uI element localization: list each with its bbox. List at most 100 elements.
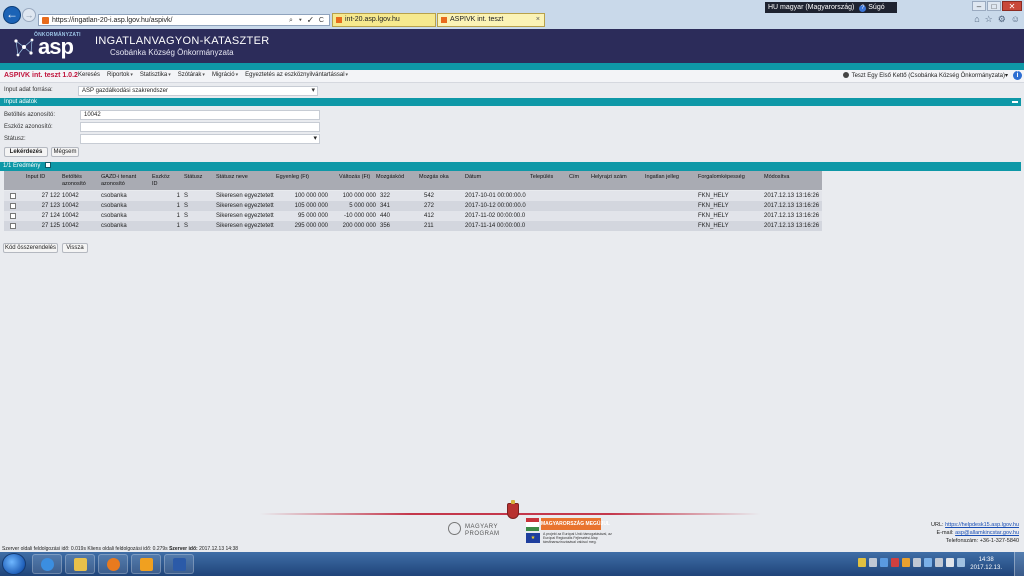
taskbar-word[interactable]: [164, 554, 194, 574]
back-button-app[interactable]: Vissza: [62, 243, 88, 253]
cell-load-id: 10042: [62, 203, 79, 209]
tray-icon[interactable]: [902, 558, 910, 567]
column-header[interactable]: Módosítva: [764, 174, 789, 181]
cancel-button[interactable]: Mégsem: [51, 147, 79, 157]
tray-icon[interactable]: [880, 558, 888, 567]
load-id-input[interactable]: 10042: [80, 110, 320, 120]
forward-button[interactable]: →: [22, 8, 36, 22]
menu-brand[interactable]: ASPIVK int. teszt 1.0.2: [4, 72, 78, 79]
row-checkbox[interactable]: [10, 223, 16, 229]
column-header[interactable]: Forgalomképesség: [698, 174, 745, 181]
taskbar-ie[interactable]: [32, 554, 62, 574]
taskbar-media[interactable]: [98, 554, 128, 574]
menu-item-statisztika[interactable]: Statisztika▾: [140, 72, 171, 78]
tray-icon[interactable]: [858, 558, 866, 567]
cell-input-id: 27 123: [41, 203, 60, 209]
tray-icon[interactable]: [935, 558, 943, 567]
taskbar-explorer[interactable]: [65, 554, 95, 574]
load-id-label: Betöltés azonosító:: [4, 112, 56, 118]
taskbar-outlook[interactable]: [131, 554, 161, 574]
close-window-icon[interactable]: ✕: [1002, 1, 1022, 11]
tray-icon[interactable]: [913, 558, 921, 567]
column-header[interactable]: Státusz: [184, 174, 202, 181]
column-header[interactable]: Mozgáskód: [376, 174, 404, 181]
table-row[interactable]: 27 124 10042 csobanka 1 S Sikeresen egye…: [4, 211, 822, 221]
taskbar-clock[interactable]: 14:38 2017.12.13.: [970, 556, 1002, 572]
code-assign-button[interactable]: Kód összerendelés: [3, 243, 58, 253]
media-player-icon: [107, 558, 120, 571]
language-bar[interactable]: HU magyar (Magyarország) ? Súgó: [765, 2, 897, 13]
asset-id-input[interactable]: [80, 122, 320, 132]
email-link[interactable]: asp@allamkincstar.gov.hu: [955, 530, 1019, 536]
cell-move-code: 322: [380, 193, 391, 199]
address-actions-icon[interactable]: ⌕ ▾ ✓ C: [289, 16, 326, 25]
table-row[interactable]: 27 125 10042 csobanka 1 S Sikeresen egye…: [4, 221, 822, 231]
row-checkbox[interactable]: [10, 203, 16, 209]
tray-icon[interactable]: [891, 558, 899, 567]
menu-item-migracio[interactable]: Migráció▾: [212, 72, 238, 78]
tab-favicon-icon: [336, 17, 342, 23]
tray-icon[interactable]: [957, 558, 965, 567]
row-checkbox[interactable]: [10, 193, 16, 199]
column-header[interactable]: Változás (Ft): [339, 174, 370, 181]
column-header[interactable]: Település: [530, 174, 553, 181]
info-icon[interactable]: i: [1013, 71, 1022, 80]
tray-icon[interactable]: [924, 558, 932, 567]
menu-item-szotarak[interactable]: Szótárak▾: [178, 72, 205, 78]
column-header[interactable]: Helyrajzi szám: [591, 174, 627, 181]
show-desktop-button[interactable]: [1014, 552, 1024, 576]
column-header[interactable]: Eszköz ID: [152, 174, 172, 188]
cell-marketability: FKN_HELY: [698, 223, 729, 229]
column-header[interactable]: Dátum: [465, 174, 481, 181]
query-button[interactable]: Lekérdezés: [4, 147, 48, 157]
column-header[interactable]: Cím: [569, 174, 579, 181]
browser-tab-int[interactable]: int-20.asp.lgov.hu: [332, 13, 436, 27]
help-icon[interactable]: ?: [859, 5, 867, 12]
column-header[interactable]: Státusz neve: [216, 174, 248, 181]
settings-gear-icon[interactable]: ⚙: [998, 14, 1006, 25]
collapse-icon[interactable]: [1012, 101, 1018, 103]
menu-item-kereses[interactable]: Keresés: [78, 72, 100, 78]
address-bar[interactable]: https://ingatlan-20-i.asp.lgov.hu/aspivk…: [38, 14, 330, 26]
column-header[interactable]: Betöltés azonosító: [62, 174, 90, 188]
back-button[interactable]: ←: [3, 6, 21, 24]
language-label: HU magyar (Magyarország): [768, 4, 855, 11]
home-icon[interactable]: ⌂: [974, 14, 979, 25]
status-select[interactable]: ▾: [80, 134, 320, 144]
table-row[interactable]: 27 122 10042 csobanka 1 S Sikeresen egye…: [4, 191, 822, 201]
input-source-select[interactable]: ASP gazdálkodási szakrendszer ▾: [78, 86, 318, 96]
column-header[interactable]: Mozgás oka: [419, 174, 449, 181]
user-menu[interactable]: Teszt Egy Első Kettő (Csobánka Község Ön…: [842, 72, 1008, 79]
column-header[interactable]: GAZD-i tenant azonosító: [101, 174, 145, 188]
tab-favicon-icon: [441, 17, 447, 23]
help-label[interactable]: Súgó: [868, 4, 884, 11]
menu-item-egyeztetes[interactable]: Egyeztetés az eszköznyilvántartással▾: [245, 72, 348, 78]
tray-icon[interactable]: [946, 558, 954, 567]
column-header[interactable]: Ingatlan jelleg: [645, 174, 679, 181]
smiley-icon[interactable]: ☺: [1011, 14, 1020, 25]
column-header[interactable]: Egyenleg (Ft): [276, 174, 309, 181]
cell-status: S: [184, 203, 189, 209]
helpdesk-link[interactable]: https://helpdesk15.asp.lgov.hu: [945, 522, 1019, 528]
maximize-icon[interactable]: □: [987, 1, 1001, 11]
cell-balance: 295 000 000: [294, 223, 328, 229]
browser-chrome: ← → https://ingatlan-20-i.asp.lgov.hu/as…: [0, 0, 1024, 29]
table-row[interactable]: 27 123 10042 csobanka 1 S Sikeresen egye…: [4, 201, 822, 211]
grid-icon[interactable]: [45, 162, 52, 168]
tab-close-icon[interactable]: ×: [536, 14, 540, 26]
magyary-text: MAGYARY: [465, 524, 498, 530]
browser-toolbar-icons: ⌂ ☆ ⚙ ☺: [974, 14, 1020, 25]
browser-tab-aspivk[interactable]: ASPIVK int. teszt ×: [437, 13, 545, 27]
chevron-down-icon: ▾: [235, 72, 239, 78]
row-checkbox[interactable]: [10, 213, 16, 219]
table-header: Input ID Betöltés azonosító GAZD-i tenan…: [4, 171, 822, 190]
cell-status-name: Sikeresen egyeztetett: [216, 193, 274, 199]
menu-item-riportok[interactable]: Riportok▾: [107, 72, 133, 78]
favorites-star-icon[interactable]: ☆: [985, 14, 993, 25]
tray-icon[interactable]: [869, 558, 877, 567]
windows-taskbar: 14:38 2017.12.13.: [0, 552, 1024, 576]
start-button-icon[interactable]: [2, 553, 26, 575]
minimize-icon[interactable]: –: [972, 1, 986, 11]
cell-date: 2017-10-01 00:00:00.0: [465, 193, 526, 199]
column-header[interactable]: Input ID: [26, 174, 45, 181]
